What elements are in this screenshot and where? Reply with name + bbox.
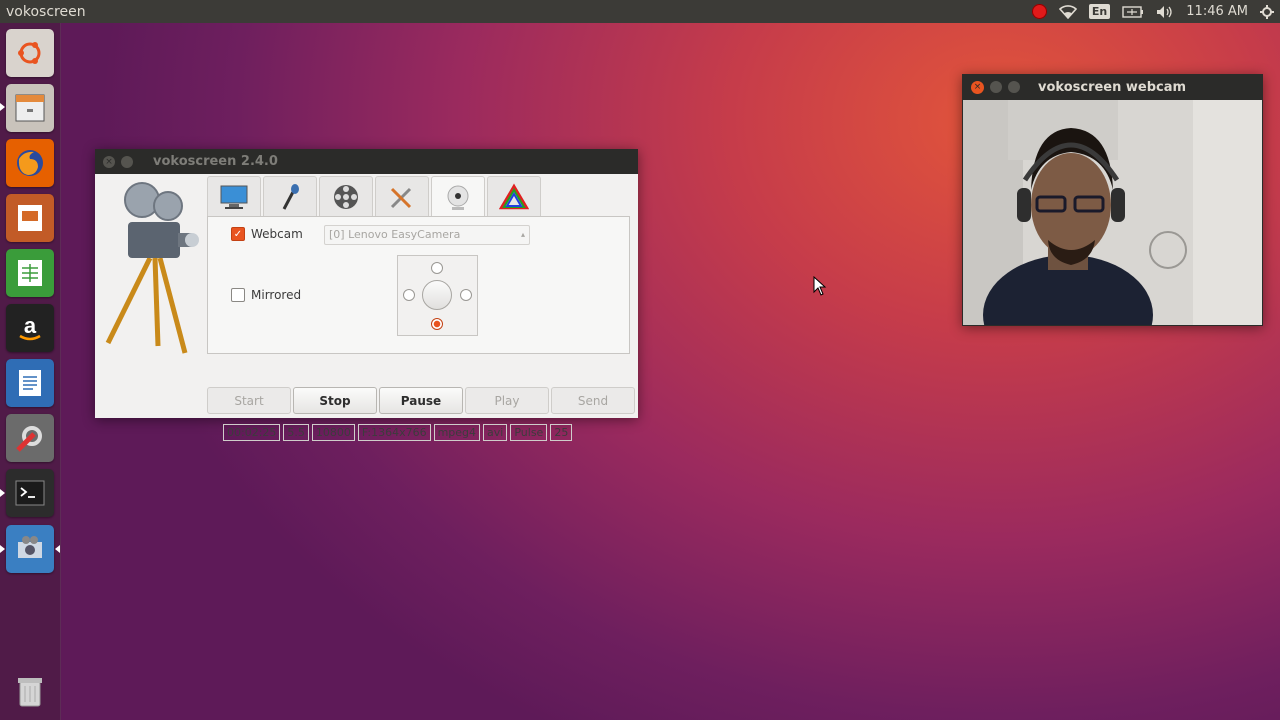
tab-settings[interactable] — [375, 176, 429, 217]
status-time: 00:02:25 — [223, 424, 281, 441]
mouse-pointer-icon — [813, 276, 827, 296]
stop-button[interactable]: Stop — [293, 387, 377, 414]
status-bar: 00:02:25 5.5 10800 F:1364x766 mpeg4 avi … — [223, 424, 573, 441]
volume-icon[interactable] — [1156, 5, 1174, 19]
vokoscreen-main-window: × vokoscreen 2.4.0 ✓ Webcam [0] Lenovo E… — [95, 149, 638, 441]
firefox-icon[interactable] — [6, 139, 54, 187]
control-buttons: Start Stop Pause Play Send — [207, 387, 635, 414]
running-indicator — [0, 103, 5, 111]
ubuntu-logo-icon[interactable] — [6, 29, 54, 77]
movie-camera-logo — [105, 182, 199, 354]
gear-icon[interactable] — [1260, 4, 1274, 19]
tab-audio[interactable] — [263, 176, 317, 217]
running-indicator — [0, 545, 5, 553]
amazon-icon[interactable]: a — [6, 304, 54, 352]
record-indicator-icon[interactable] — [1031, 4, 1047, 19]
rotation-dial — [422, 280, 452, 310]
tab-about[interactable] — [487, 176, 541, 217]
system-tray: En 11:46 AM — [1031, 0, 1280, 23]
close-button[interactable]: × — [103, 155, 115, 168]
presentation-icon[interactable] — [6, 194, 54, 242]
webcam-window: × vokoscreen webcam — [962, 74, 1263, 326]
vokoscreen-icon[interactable] — [6, 525, 54, 573]
chevron-updown-icon: ▴ — [520, 230, 525, 239]
window-title: vokoscreen 2.4.0 — [153, 154, 278, 169]
active-app-title: vokoscreen — [6, 3, 86, 20]
webcam-checkbox[interactable]: ✓ — [231, 227, 245, 241]
triangle-logo-icon — [499, 183, 529, 210]
status-container: avi — [483, 424, 508, 441]
maximize-button[interactable] — [1008, 81, 1020, 93]
rotation-selector — [397, 255, 478, 336]
tab-webcam[interactable] — [431, 176, 485, 218]
send-button[interactable]: Send — [551, 387, 635, 414]
tab-bar — [207, 176, 543, 218]
rotate-left-radio[interactable] — [403, 289, 415, 301]
spreadsheet-icon[interactable] — [6, 249, 54, 297]
launcher: a — [0, 23, 61, 720]
play-button[interactable]: Play — [465, 387, 549, 414]
wifi-icon[interactable] — [1058, 4, 1077, 19]
webcam-label: Webcam — [251, 227, 303, 241]
terminal-icon[interactable] — [6, 469, 54, 517]
status-frames: 25 — [550, 424, 573, 441]
file-cabinet-icon[interactable] — [6, 84, 54, 132]
rotate-bottom-radio[interactable] — [431, 318, 443, 330]
minimize-button[interactable] — [990, 81, 1002, 93]
status-format: F:1364x766 — [357, 424, 431, 441]
status-size: 10800 — [311, 424, 355, 441]
focused-indicator — [55, 545, 60, 553]
minimize-button[interactable] — [121, 155, 133, 168]
trash-icon[interactable] — [6, 667, 54, 715]
tab-screen[interactable] — [207, 176, 261, 217]
window-body: ✓ Webcam [0] Lenovo EasyCamera ▴ Mirrore… — [95, 174, 638, 441]
clock[interactable]: 11:46 AM — [1186, 4, 1248, 19]
wrench-gear-icon[interactable] — [6, 414, 54, 462]
pause-button[interactable]: Pause — [379, 387, 463, 414]
webcam-icon — [447, 185, 469, 210]
camera-select[interactable]: [0] Lenovo EasyCamera ▴ — [324, 225, 530, 245]
rotate-right-radio[interactable] — [460, 289, 472, 301]
window-titlebar[interactable]: × vokoscreen 2.4.0 — [95, 149, 638, 174]
tools-icon — [390, 187, 412, 209]
tab-video[interactable] — [319, 176, 373, 217]
mirrored-label: Mirrored — [251, 288, 302, 302]
running-indicator — [0, 489, 5, 497]
keyboard-language-indicator[interactable]: En — [1088, 4, 1111, 19]
status-codec: mpeg4 — [433, 424, 481, 441]
rotate-top-radio[interactable] — [431, 262, 443, 274]
close-button[interactable]: × — [971, 80, 984, 94]
start-button[interactable]: Start — [207, 387, 291, 414]
svg-text:a: a — [24, 313, 37, 338]
status-fps: 5.5 — [283, 424, 309, 441]
film-reel-icon — [334, 185, 358, 209]
monitor-icon — [220, 185, 248, 209]
camera-select-value: [0] Lenovo EasyCamera — [329, 228, 461, 241]
webcam-panel: ✓ Webcam [0] Lenovo EasyCamera ▴ Mirrore… — [207, 216, 630, 354]
battery-icon[interactable] — [1122, 5, 1144, 18]
webcam-feed — [963, 100, 1262, 325]
status-audio: Pulse — [510, 424, 548, 441]
top-panel: vokoscreen En 11:46 AM — [0, 0, 1280, 23]
webcam-window-title: vokoscreen webcam — [1038, 79, 1187, 95]
document-icon[interactable] — [6, 359, 54, 407]
mirrored-checkbox[interactable] — [231, 288, 245, 302]
webcam-titlebar[interactable]: × vokoscreen webcam — [962, 74, 1263, 100]
microphone-icon — [282, 184, 299, 210]
